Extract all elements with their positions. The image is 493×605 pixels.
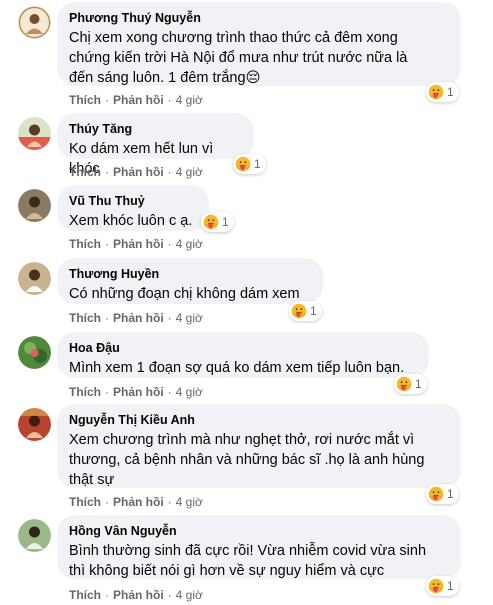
separator-dot: · [105, 165, 109, 179]
reaction-count-number: 1 [447, 579, 454, 593]
avatar[interactable] [18, 117, 51, 150]
comment-time[interactable]: 4 giờ [176, 495, 203, 509]
care-emoji-icon [396, 376, 412, 392]
comment-bubble: Thương Huyền Có những đoạn chị không dám… [57, 258, 323, 304]
reply-link[interactable]: Phản hồi [113, 311, 164, 325]
separator-dot: · [167, 237, 172, 251]
comment-list: Phương Thuý Nguyễn Chị xem xong chương t… [0, 0, 493, 605]
like-link[interactable]: Thích [69, 93, 101, 107]
reaction-count[interactable]: 1 [394, 374, 427, 394]
separator-dot: · [105, 588, 109, 602]
comment-time[interactable]: 4 giờ [176, 93, 203, 107]
care-emoji-icon [291, 303, 307, 319]
comment-author[interactable]: Phương Thuý Nguyễn [69, 10, 449, 26]
separator-dot: · [105, 495, 109, 509]
comment-text: Xem khóc luôn c ạ. [69, 213, 193, 229]
care-emoji-icon [203, 214, 219, 230]
avatar[interactable] [18, 519, 51, 552]
reaction-count[interactable]: 1 [426, 484, 459, 504]
comment-actions: Thích · Phản hồi · 4 giờ [69, 310, 203, 326]
comment-time[interactable]: 4 giờ [176, 588, 203, 602]
like-link[interactable]: Thích [69, 495, 101, 509]
reaction-count-number: 1 [254, 157, 261, 171]
like-link[interactable]: Thích [69, 237, 101, 251]
care-emoji-icon [428, 84, 444, 100]
comment-text: Chị xem xong chương trình thao thức cả đ… [69, 30, 408, 86]
comment-bubble: Vũ Thu Thuỷ Xem khóc luôn c ạ. [57, 185, 209, 231]
reply-link[interactable]: Phản hồi [113, 165, 164, 179]
comment-text: Xem chương trình mà như nghẹt thở, rơi n… [69, 432, 425, 488]
avatar[interactable] [18, 6, 51, 39]
reaction-count[interactable]: 1 [233, 154, 266, 174]
separator-dot: · [167, 311, 172, 325]
comment-author[interactable]: Hồng Vân Nguyễn [69, 523, 449, 539]
comment-text: Có những đoạn chị không dám xem [69, 286, 300, 302]
reaction-count-number: 1 [310, 304, 317, 318]
comment-actions: Thích · Phản hồi · 4 giờ [69, 236, 203, 252]
reply-link[interactable]: Phản hồi [113, 237, 164, 251]
comment-actions: Thích · Phản hồi · 4 giờ [69, 587, 203, 603]
separator-dot: · [105, 93, 109, 107]
like-link[interactable]: Thích [69, 165, 101, 179]
care-emoji-icon [235, 156, 251, 172]
avatar[interactable] [18, 408, 51, 441]
comment-author[interactable]: Thương Huyền [69, 266, 311, 282]
reaction-count[interactable]: 1 [426, 576, 459, 596]
avatar[interactable] [18, 336, 51, 369]
care-emoji-icon [428, 578, 444, 594]
separator-dot: · [105, 237, 109, 251]
separator-dot: · [105, 385, 109, 399]
comment-time[interactable]: 4 giờ [176, 165, 203, 179]
comment-bubble: Hồng Vân Nguyễn Bình thường sinh đã cực … [57, 515, 461, 579]
separator-dot: · [167, 93, 172, 107]
comment-actions: Thích · Phản hồi · 4 giờ [69, 92, 203, 108]
reaction-count[interactable]: 1 [289, 301, 322, 321]
comment-author[interactable]: Nguyễn Thị Kiều Anh [69, 412, 449, 428]
reply-link[interactable]: Phản hồi [113, 93, 164, 107]
reply-link[interactable]: Phản hồi [113, 385, 164, 399]
comment-author[interactable]: Vũ Thu Thuỷ [69, 193, 197, 209]
comment-text: Bình thường sinh đã cực rồi! Vừa nhiễm c… [69, 543, 427, 579]
avatar[interactable] [18, 262, 51, 295]
separator-dot: · [167, 588, 172, 602]
comment-author[interactable]: Hoa Đậu [69, 340, 417, 356]
reaction-count-number: 1 [415, 377, 422, 391]
comment-time[interactable]: 4 giờ [176, 237, 203, 251]
comment-time[interactable]: 4 giờ [176, 385, 203, 399]
comment-bubble: Thúy Tăng Ko dám xem hết lun vì khóc [57, 113, 254, 177]
comment-actions: Thích · Phản hồi · 4 giờ [69, 384, 203, 400]
reply-link[interactable]: Phản hồi [113, 495, 164, 509]
comment-bubble: Phương Thuý Nguyễn Chị xem xong chương t… [57, 2, 461, 86]
separator-dot: · [167, 495, 172, 509]
comment-author[interactable]: Thúy Tăng [69, 121, 242, 137]
like-link[interactable]: Thích [69, 385, 101, 399]
comment-bubble: Hoa Đậu Mình xem 1 đoạn sợ quá ko dám xe… [57, 332, 429, 378]
separator-dot: · [167, 385, 172, 399]
comment-actions: Thích · Phản hồi · 4 giờ [69, 494, 203, 510]
like-link[interactable]: Thích [69, 588, 101, 602]
reaction-count[interactable]: 1 [426, 82, 459, 102]
reaction-count-number: 1 [447, 85, 454, 99]
comment-time[interactable]: 4 giờ [176, 311, 203, 325]
reply-link[interactable]: Phản hồi [113, 588, 164, 602]
avatar[interactable] [18, 189, 51, 222]
reaction-count-number: 1 [222, 215, 229, 229]
separator-dot: · [105, 311, 109, 325]
reaction-count-number: 1 [447, 487, 454, 501]
comment-bubble: Nguyễn Thị Kiều Anh Xem chương trình mà … [57, 404, 461, 488]
separator-dot: · [167, 165, 172, 179]
comment-actions: Thích · Phản hồi · 4 giờ [69, 164, 203, 180]
care-emoji-icon [428, 486, 444, 502]
like-link[interactable]: Thích [69, 311, 101, 325]
reaction-count[interactable]: 1 [201, 212, 234, 232]
comment-text: Mình xem 1 đoạn sợ quá ko dám xem tiếp l… [69, 360, 405, 376]
